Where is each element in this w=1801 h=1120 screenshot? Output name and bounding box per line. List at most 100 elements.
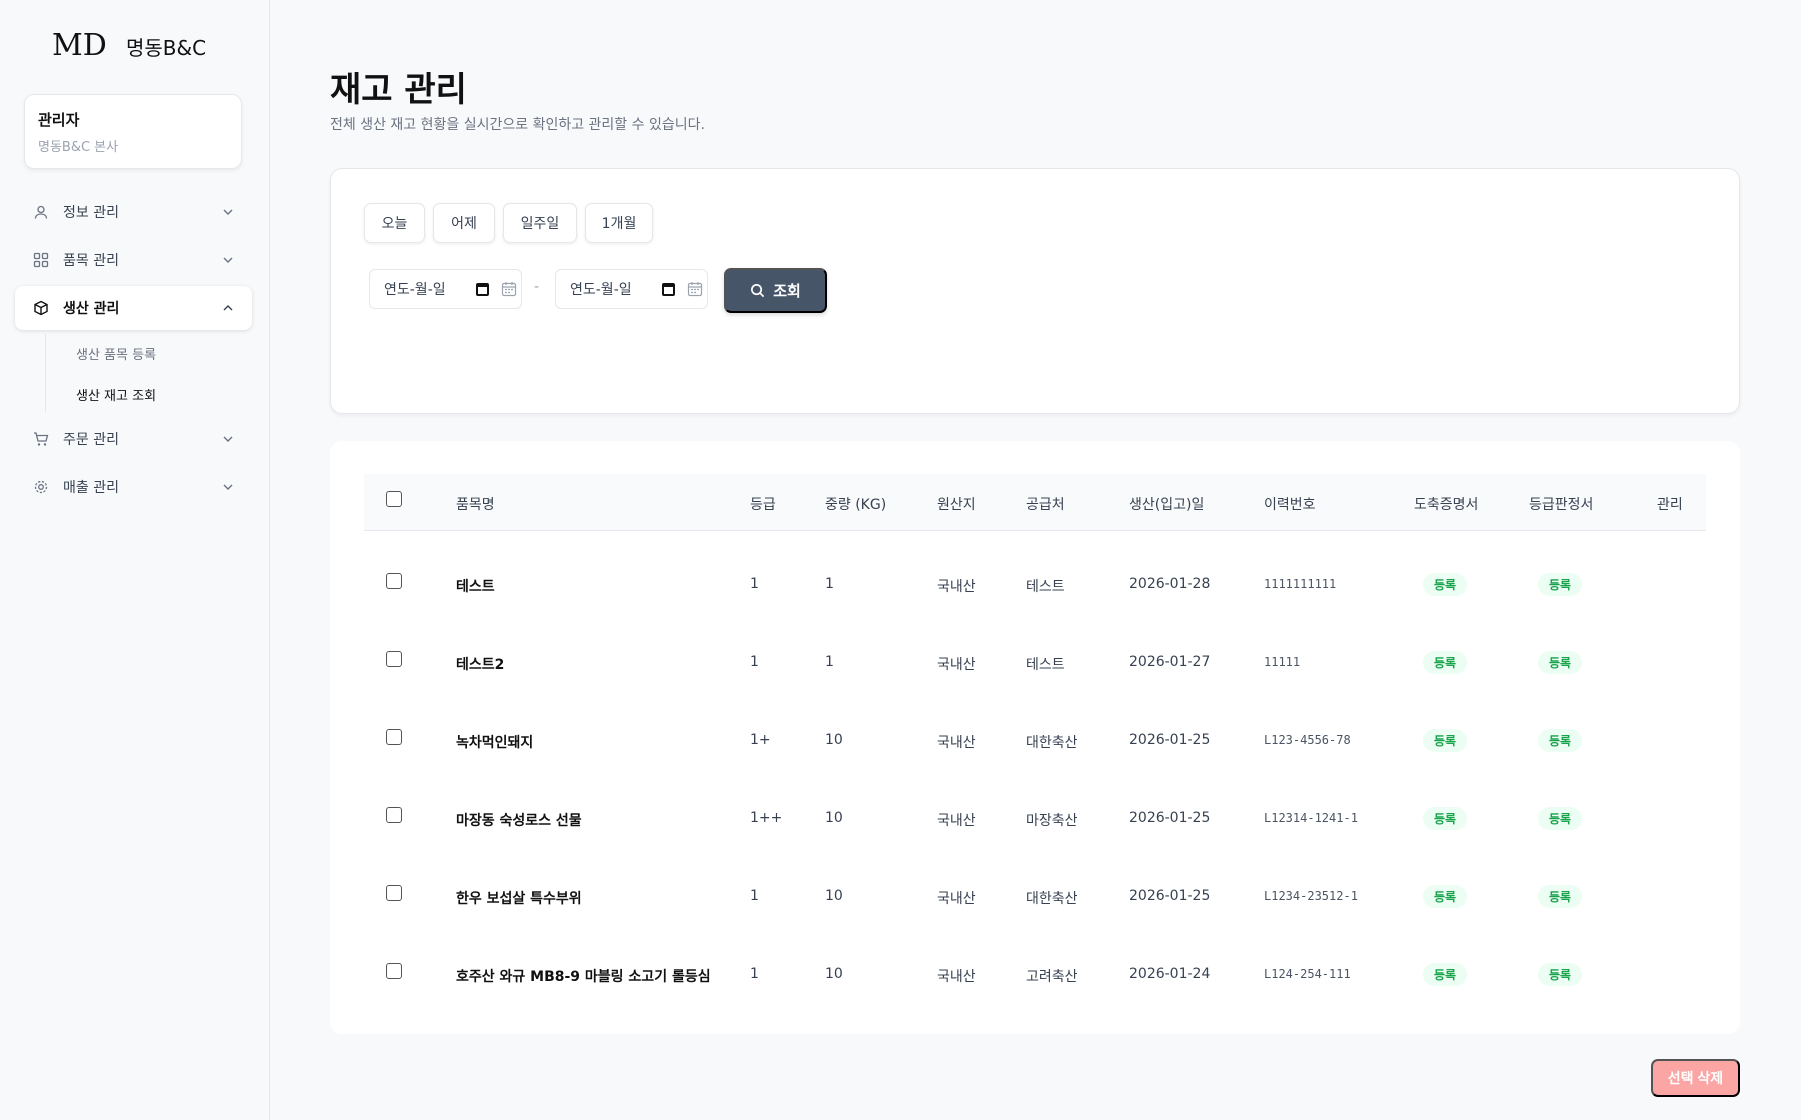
brand-name: 명동B&C	[126, 35, 207, 60]
cell-supplier: 테스트	[1026, 579, 1065, 595]
start-date-text: 연도-월-일	[384, 282, 446, 298]
quick-filter-month[interactable]: 1개월	[585, 203, 653, 243]
nav-item-sales[interactable]: 매출 관리	[15, 465, 252, 509]
user-role: 관리자	[38, 111, 80, 129]
slaughter-cert-badge[interactable]: 등록	[1423, 807, 1468, 830]
date-separator: -	[534, 279, 540, 295]
chevron-down-icon	[223, 484, 233, 490]
cell-trace-number: L12314-1241-1	[1264, 811, 1358, 825]
box-icon	[34, 300, 48, 316]
grade-cert-badge[interactable]: 등록	[1538, 963, 1583, 986]
nav-label: 정보 관리	[63, 205, 119, 221]
chevron-down-icon	[223, 257, 233, 263]
inventory-table: 품목명 등급 중량 (KG) 원산지 공급처 생산(입고)일 이력번호 도축증명…	[330, 441, 1740, 1034]
end-date-text: 연도-월-일	[570, 282, 632, 298]
table-row: 호주산 와규 MB8-9 마블링 소고기 롤등심 1 10 국내산 고려축산 2026-0…	[364, 936, 1706, 1014]
cell-weight: 1	[825, 576, 834, 592]
slaughter-cert-badge[interactable]: 등록	[1423, 729, 1468, 752]
end-date-input[interactable]: 연도-월-일	[555, 269, 708, 309]
page-title: 재고 관리	[330, 70, 467, 110]
calendar-picker-icon[interactable]	[662, 282, 675, 296]
cell-origin: 국내산	[937, 735, 976, 751]
row-checkbox[interactable]	[386, 963, 402, 979]
row-checkbox[interactable]	[386, 807, 402, 823]
page-description: 전체 생산 재고 현황을 실시간으로 확인하고 관리할 수 있습니다.	[330, 117, 705, 133]
cell-origin: 국내산	[937, 969, 976, 985]
row-checkbox[interactable]	[386, 885, 402, 901]
slaughter-cert-badge[interactable]: 등록	[1423, 651, 1468, 674]
nav-item-info[interactable]: 정보 관리	[15, 190, 252, 234]
cell-date: 2026-01-25	[1129, 810, 1211, 826]
nav-item-orders[interactable]: 주문 관리	[15, 417, 252, 461]
search-button[interactable]: 조회	[724, 268, 827, 313]
cell-grade: 1+	[750, 732, 771, 748]
cell-origin: 국내산	[937, 813, 976, 829]
gear-icon	[34, 480, 48, 494]
grade-cert-badge[interactable]: 등록	[1538, 573, 1583, 596]
user-org: 명동B&C 본사	[38, 140, 119, 155]
table-row: 한우 보섭살 특수부위 1 10 국내산 대한축산 2026-01-25 L1234-235…	[364, 858, 1706, 936]
brand[interactable]: MD 명동B&C	[52, 26, 206, 66]
brand-logo: MD	[52, 28, 107, 63]
table-row: 마장동 숙성로스 선물 1++ 10 국내산 마장축산 2026-01-25 L12314-…	[364, 780, 1706, 858]
cell-trace-number: 1111111111	[1264, 577, 1337, 591]
header-date: 생산(입고)일	[1129, 497, 1205, 513]
quick-filter-today[interactable]: 오늘	[364, 203, 425, 243]
cell-weight: 10	[825, 810, 843, 826]
slaughter-cert-badge[interactable]: 등록	[1423, 963, 1468, 986]
subnav-item-inventory[interactable]: 생산 재고 조회	[76, 385, 156, 404]
nav-label: 매출 관리	[63, 480, 119, 496]
header-manage: 관리	[1657, 497, 1683, 513]
slaughter-cert-badge[interactable]: 등록	[1423, 885, 1468, 908]
calendar-icon	[501, 282, 517, 297]
slaughter-cert-badge[interactable]: 등록	[1423, 573, 1468, 596]
nav-item-production[interactable]: 생산 관리	[15, 286, 252, 330]
cell-name: 마장동 숙성로스 선물	[456, 813, 582, 829]
delete-selected-button[interactable]: 선택 삭제	[1651, 1059, 1740, 1097]
cell-name: 호주산 와규 MB8-9 마블링 소고기 롤등심	[456, 969, 711, 985]
search-button-label: 조회	[773, 283, 801, 300]
cell-weight: 10	[825, 966, 843, 982]
quick-filter-week[interactable]: 일주일	[503, 203, 577, 243]
chevron-up-icon	[223, 305, 233, 311]
row-checkbox[interactable]	[386, 651, 402, 667]
header-name: 품목명	[456, 497, 495, 513]
table-header: 품목명 등급 중량 (KG) 원산지 공급처 생산(입고)일 이력번호 도축증명…	[364, 474, 1706, 531]
select-all-checkbox[interactable]	[386, 491, 402, 507]
calendar-picker-icon[interactable]	[476, 282, 489, 296]
quick-filter-yesterday[interactable]: 어제	[433, 203, 495, 243]
nav-label: 품목 관리	[63, 253, 119, 269]
cell-date: 2026-01-25	[1129, 888, 1211, 904]
start-date-input[interactable]: 연도-월-일	[369, 269, 522, 309]
cell-supplier: 마장축산	[1026, 813, 1078, 829]
row-checkbox[interactable]	[386, 729, 402, 745]
grade-cert-badge[interactable]: 등록	[1538, 807, 1583, 830]
cell-date: 2026-01-24	[1129, 966, 1211, 982]
header-grade: 등급	[750, 497, 776, 513]
grade-cert-badge[interactable]: 등록	[1538, 729, 1583, 752]
cell-origin: 국내산	[937, 891, 976, 907]
cell-supplier: 대한축산	[1026, 735, 1078, 751]
filter-card: 오늘 어제 일주일 1개월 연도-월-일 - 연도-월-일 조회	[330, 168, 1740, 414]
row-checkbox[interactable]	[386, 573, 402, 589]
grade-cert-badge[interactable]: 등록	[1538, 651, 1583, 674]
cell-supplier: 테스트	[1026, 657, 1065, 673]
subnav-item-register[interactable]: 생산 품목 등록	[76, 344, 156, 363]
cell-trace-number: L123-4556-78	[1264, 733, 1351, 747]
table-row: 녹차먹인돼지 1+ 10 국내산 대한축산 2026-01-25 L123-4556-78 등…	[364, 702, 1706, 780]
nav-item-products[interactable]: 품목 관리	[15, 238, 252, 282]
cell-origin: 국내산	[937, 657, 976, 673]
cell-weight: 1	[825, 654, 834, 670]
cell-name: 테스트2	[456, 657, 505, 673]
grid-icon	[33, 252, 49, 268]
cell-grade: 1++	[750, 810, 783, 826]
table-row: 테스트 1 1 국내산 테스트 2026-01-28 1111111111 등록 등록	[364, 546, 1706, 624]
cell-grade: 1	[750, 576, 759, 592]
header-weight: 중량 (KG)	[825, 497, 887, 513]
grade-cert-badge[interactable]: 등록	[1538, 885, 1583, 908]
nav-label: 생산 관리	[63, 301, 120, 317]
user-card: 관리자 명동B&C 본사	[24, 94, 242, 169]
cell-name: 녹차먹인돼지	[456, 735, 534, 751]
sidebar: MD 명동B&C 관리자 명동B&C 본사 정보 관리 품목 관리 생산 관리 …	[0, 0, 270, 1120]
header-grade-cert: 등급판정서	[1529, 497, 1594, 513]
